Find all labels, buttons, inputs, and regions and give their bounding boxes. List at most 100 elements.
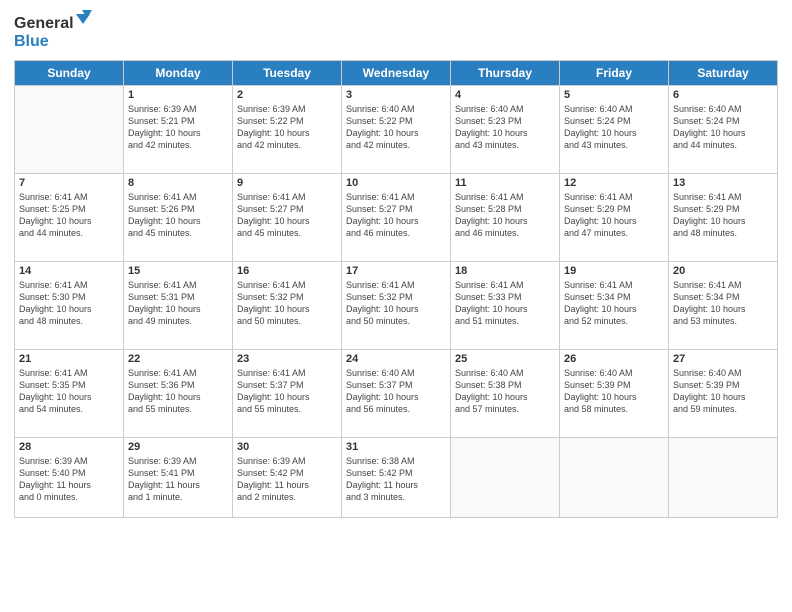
page: GeneralBlue SundayMondayTuesdayWednesday… — [0, 0, 792, 612]
week-row-1: 1Sunrise: 6:39 AM Sunset: 5:21 PM Daylig… — [15, 86, 778, 174]
date-number: 7 — [19, 177, 119, 189]
cell-info: Sunrise: 6:39 AM Sunset: 5:21 PM Dayligh… — [128, 103, 228, 152]
calendar-cell: 26 Sunrise: 6:40 AM Sunset: 5:39 PM Dayli… — [560, 350, 669, 438]
cell-info: Sunrise: 6:41 AM Sunset: 5:32 PM Dayligh… — [346, 279, 446, 328]
day-header-tuesday: Tuesday — [233, 61, 342, 86]
cell-info: Sunrise: 6:39 AM Sunset: 5:42 PM Dayligh… — [237, 455, 337, 504]
date-number: 13 — [673, 177, 773, 189]
logo-svg: GeneralBlue — [14, 10, 94, 52]
cell-info: Sunrise: 6:41 AM Sunset: 5:27 PM Dayligh… — [237, 191, 337, 240]
calendar-cell: 22 Sunrise: 6:41 AM Sunset: 5:36 PM Dayli… — [124, 350, 233, 438]
calendar-cell: 10 Sunrise: 6:41 AM Sunset: 5:27 PM Dayli… — [342, 174, 451, 262]
date-number: 23 — [237, 353, 337, 365]
date-number: 5 — [564, 89, 664, 101]
date-number: 3 — [346, 89, 446, 101]
date-number: 30 — [237, 441, 337, 453]
cell-info: Sunrise: 6:40 AM Sunset: 5:24 PM Dayligh… — [673, 103, 773, 152]
cell-info: Sunrise: 6:41 AM Sunset: 5:28 PM Dayligh… — [455, 191, 555, 240]
calendar-cell: 31 Sunrise: 6:38 AM Sunset: 5:42 PM Dayli… — [342, 438, 451, 518]
calendar-cell: 19 Sunrise: 6:41 AM Sunset: 5:34 PM Dayli… — [560, 262, 669, 350]
calendar-cell: 29 Sunrise: 6:39 AM Sunset: 5:41 PM Dayli… — [124, 438, 233, 518]
calendar-cell: 28 Sunrise: 6:39 AM Sunset: 5:40 PM Dayli… — [15, 438, 124, 518]
date-number: 14 — [19, 265, 119, 277]
day-header-monday: Monday — [124, 61, 233, 86]
cell-info: Sunrise: 6:40 AM Sunset: 5:38 PM Dayligh… — [455, 367, 555, 416]
calendar-cell: 23Sunrise: 6:41 AM Sunset: 5:37 PM Dayli… — [233, 350, 342, 438]
date-number: 17 — [346, 265, 446, 277]
date-number: 28 — [19, 441, 119, 453]
header-row: SundayMondayTuesdayWednesdayThursdayFrid… — [15, 61, 778, 86]
date-number: 24 — [346, 353, 446, 365]
date-number: 4 — [455, 89, 555, 101]
date-number: 27 — [673, 353, 773, 365]
date-number: 6 — [673, 89, 773, 101]
date-number: 26 — [564, 353, 664, 365]
date-number: 12 — [564, 177, 664, 189]
date-number: 19 — [564, 265, 664, 277]
cell-info: Sunrise: 6:39 AM Sunset: 5:40 PM Dayligh… — [19, 455, 119, 504]
date-number: 31 — [346, 441, 446, 453]
calendar-cell: 6 Sunrise: 6:40 AM Sunset: 5:24 PM Daylig… — [669, 86, 778, 174]
calendar-table: SundayMondayTuesdayWednesdayThursdayFrid… — [14, 60, 778, 518]
day-header-sunday: Sunday — [15, 61, 124, 86]
calendar-cell: 1Sunrise: 6:39 AM Sunset: 5:21 PM Daylig… — [124, 86, 233, 174]
calendar-cell — [451, 438, 560, 518]
day-header-wednesday: Wednesday — [342, 61, 451, 86]
cell-info: Sunrise: 6:41 AM Sunset: 5:31 PM Dayligh… — [128, 279, 228, 328]
calendar-cell: 3 Sunrise: 6:40 AM Sunset: 5:22 PM Daylig… — [342, 86, 451, 174]
calendar-cell — [15, 86, 124, 174]
calendar-cell: 27Sunrise: 6:40 AM Sunset: 5:39 PM Dayli… — [669, 350, 778, 438]
svg-text:Blue: Blue — [14, 33, 49, 50]
logo: GeneralBlue — [14, 10, 94, 52]
week-row-2: 7 Sunrise: 6:41 AM Sunset: 5:25 PM Daylig… — [15, 174, 778, 262]
calendar-cell — [669, 438, 778, 518]
cell-info: Sunrise: 6:39 AM Sunset: 5:22 PM Dayligh… — [237, 103, 337, 152]
cell-info: Sunrise: 6:41 AM Sunset: 5:27 PM Dayligh… — [346, 191, 446, 240]
cell-info: Sunrise: 6:41 AM Sunset: 5:32 PM Dayligh… — [237, 279, 337, 328]
date-number: 18 — [455, 265, 555, 277]
cell-info: Sunrise: 6:41 AM Sunset: 5:29 PM Dayligh… — [673, 191, 773, 240]
cell-info: Sunrise: 6:39 AM Sunset: 5:41 PM Dayligh… — [128, 455, 228, 504]
cell-info: Sunrise: 6:41 AM Sunset: 5:26 PM Dayligh… — [128, 191, 228, 240]
cell-info: Sunrise: 6:41 AM Sunset: 5:34 PM Dayligh… — [673, 279, 773, 328]
calendar-cell: 15 Sunrise: 6:41 AM Sunset: 5:31 PM Dayli… — [124, 262, 233, 350]
date-number: 20 — [673, 265, 773, 277]
date-number: 29 — [128, 441, 228, 453]
calendar-cell: 14Sunrise: 6:41 AM Sunset: 5:30 PM Dayli… — [15, 262, 124, 350]
cell-info: Sunrise: 6:40 AM Sunset: 5:23 PM Dayligh… — [455, 103, 555, 152]
calendar-cell: 21Sunrise: 6:41 AM Sunset: 5:35 PM Dayli… — [15, 350, 124, 438]
week-row-3: 14Sunrise: 6:41 AM Sunset: 5:30 PM Dayli… — [15, 262, 778, 350]
cell-info: Sunrise: 6:41 AM Sunset: 5:35 PM Dayligh… — [19, 367, 119, 416]
cell-info: Sunrise: 6:41 AM Sunset: 5:34 PM Dayligh… — [564, 279, 664, 328]
calendar-cell: 11 Sunrise: 6:41 AM Sunset: 5:28 PM Dayli… — [451, 174, 560, 262]
cell-info: Sunrise: 6:38 AM Sunset: 5:42 PM Dayligh… — [346, 455, 446, 504]
calendar-cell: 2 Sunrise: 6:39 AM Sunset: 5:22 PM Daylig… — [233, 86, 342, 174]
calendar-cell: 25 Sunrise: 6:40 AM Sunset: 5:38 PM Dayli… — [451, 350, 560, 438]
calendar-cell: 17 Sunrise: 6:41 AM Sunset: 5:32 PM Dayli… — [342, 262, 451, 350]
cell-info: Sunrise: 6:41 AM Sunset: 5:33 PM Dayligh… — [455, 279, 555, 328]
calendar-cell: 16Sunrise: 6:41 AM Sunset: 5:32 PM Dayli… — [233, 262, 342, 350]
date-number: 15 — [128, 265, 228, 277]
calendar-cell: 13 Sunrise: 6:41 AM Sunset: 5:29 PM Dayli… — [669, 174, 778, 262]
date-number: 22 — [128, 353, 228, 365]
cell-info: Sunrise: 6:40 AM Sunset: 5:39 PM Dayligh… — [564, 367, 664, 416]
calendar-cell: 30 Sunrise: 6:39 AM Sunset: 5:42 PM Dayli… — [233, 438, 342, 518]
date-number: 9 — [237, 177, 337, 189]
date-number: 25 — [455, 353, 555, 365]
date-number: 10 — [346, 177, 446, 189]
date-number: 2 — [237, 89, 337, 101]
cell-info: Sunrise: 6:41 AM Sunset: 5:25 PM Dayligh… — [19, 191, 119, 240]
date-number: 8 — [128, 177, 228, 189]
calendar-cell — [560, 438, 669, 518]
calendar-cell: 12Sunrise: 6:41 AM Sunset: 5:29 PM Dayli… — [560, 174, 669, 262]
cell-info: Sunrise: 6:40 AM Sunset: 5:22 PM Dayligh… — [346, 103, 446, 152]
cell-info: Sunrise: 6:41 AM Sunset: 5:36 PM Dayligh… — [128, 367, 228, 416]
date-number: 11 — [455, 177, 555, 189]
calendar-cell: 9 Sunrise: 6:41 AM Sunset: 5:27 PM Daylig… — [233, 174, 342, 262]
cell-info: Sunrise: 6:40 AM Sunset: 5:24 PM Dayligh… — [564, 103, 664, 152]
calendar-cell: 7 Sunrise: 6:41 AM Sunset: 5:25 PM Daylig… — [15, 174, 124, 262]
calendar-cell: 18 Sunrise: 6:41 AM Sunset: 5:33 PM Dayli… — [451, 262, 560, 350]
day-header-saturday: Saturday — [669, 61, 778, 86]
calendar-cell: 5 Sunrise: 6:40 AM Sunset: 5:24 PM Daylig… — [560, 86, 669, 174]
calendar-cell: 8 Sunrise: 6:41 AM Sunset: 5:26 PM Daylig… — [124, 174, 233, 262]
